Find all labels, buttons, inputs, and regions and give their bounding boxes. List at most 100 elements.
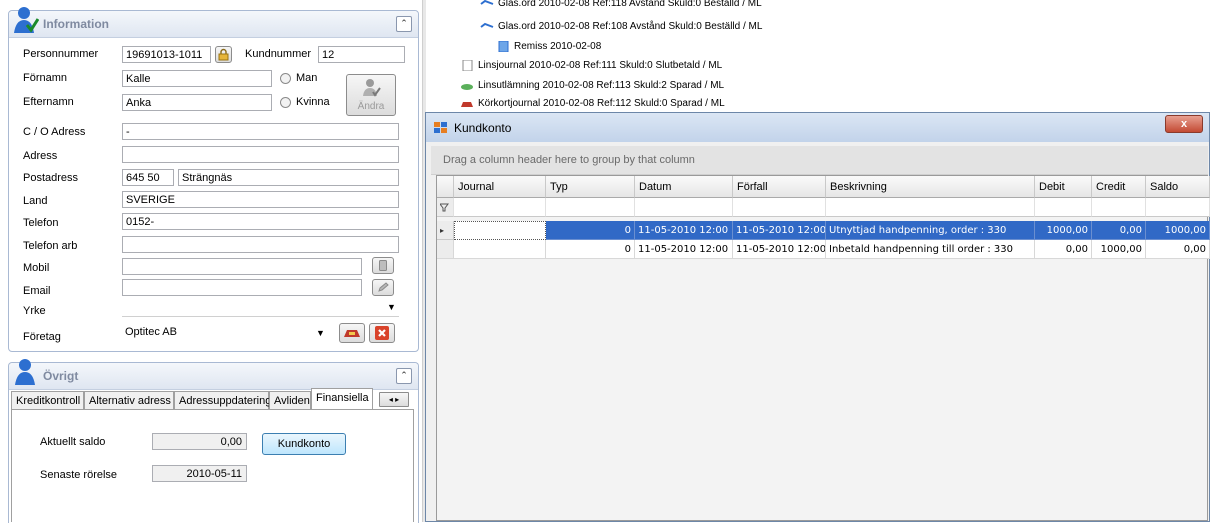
filter-cell[interactable] [733, 198, 826, 217]
column-header-credit[interactable]: Credit [1092, 176, 1146, 198]
email-field[interactable] [122, 279, 362, 296]
tree-item[interactable]: Linsjournal 2010-02-08 Ref:111 Skuld:0 S… [460, 60, 722, 71]
filter-row-indicator [437, 198, 454, 217]
cell-typ[interactable]: 0 [546, 221, 635, 240]
filter-cell[interactable] [1146, 198, 1210, 217]
cell-saldo[interactable]: 1000,00 [1146, 221, 1210, 240]
tree-item-label: Glas.ord 2010-02-08 Ref:108 Avstånd Skul… [498, 21, 763, 33]
cell-journal[interactable] [454, 221, 546, 240]
tree-item[interactable]: Glas.ord 2010-02-08 Ref:118 Avstånd Skul… [480, 0, 762, 9]
yrke-label: Yrke [23, 305, 46, 317]
cell-typ[interactable]: 0 [546, 240, 635, 259]
dialog-titlebar[interactable]: Kundkonto x [426, 113, 1209, 142]
column-header-journal[interactable]: Journal [454, 176, 546, 198]
tree-item[interactable]: Linsutlämning 2010-02-08 Ref:113 Skuld:2… [460, 80, 724, 91]
table-row[interactable]: 0 11-05-2010 12:00 11-05-2010 12:00 Inbe… [437, 240, 1210, 259]
edit-company-button[interactable] [339, 323, 365, 343]
filter-cell[interactable] [826, 198, 1035, 217]
fornamn-field[interactable]: Kalle [122, 70, 272, 87]
cell-datum[interactable]: 11-05-2010 12:00 [635, 221, 733, 240]
dialog-title: Kundkonto [454, 121, 512, 135]
tree-item-label: Linsutlämning 2010-02-08 Ref:113 Skuld:2… [478, 80, 725, 92]
lock-button[interactable] [215, 46, 232, 63]
efternamn-label: Efternamn [23, 96, 74, 108]
column-header-forfall[interactable]: Förfall [733, 176, 826, 198]
filter-cell[interactable] [1035, 198, 1092, 217]
tree-item[interactable]: Glas.ord 2010-02-08 Ref:108 Avstånd Skul… [480, 21, 762, 32]
column-header-typ[interactable]: Typ [546, 176, 635, 198]
man-radio[interactable] [280, 73, 291, 84]
cell-forfall[interactable]: 11-05-2010 12:00 [733, 221, 826, 240]
collapse-icon[interactable]: ⌃ [396, 16, 412, 32]
ovrigt-tabstrip: Kreditkontroll Alternativ adress Adressu… [11, 388, 414, 522]
column-header-beskrivning[interactable]: Beskrivning [826, 176, 1035, 198]
filter-icon [439, 203, 449, 212]
filter-cell[interactable] [546, 198, 635, 217]
cell-debit[interactable]: 0,00 [1035, 240, 1092, 259]
fornamn-label: Förnamn [23, 72, 68, 84]
close-button[interactable]: x [1165, 115, 1203, 133]
tab-finansiella[interactable]: Finansiella [311, 388, 373, 409]
group-by-panel[interactable]: Drag a column header here to group by th… [431, 146, 1208, 175]
kundnummer-label: Kundnummer [245, 48, 312, 60]
tree-item[interactable]: Remiss 2010-02-08 [496, 41, 601, 52]
delete-icon [375, 326, 389, 340]
filter-cell[interactable] [454, 198, 546, 217]
kundnummer-field[interactable]: 12 [318, 46, 405, 63]
telefon-arb-field[interactable] [122, 236, 399, 253]
senaste-rorelse-label: Senaste rörelse [40, 469, 118, 481]
land-label: Land [23, 195, 48, 207]
adress-field[interactable] [122, 146, 399, 163]
personnummer-field[interactable]: 19691013-1011 [122, 46, 211, 63]
lock-icon [218, 48, 229, 61]
column-header-debit[interactable]: Debit [1035, 176, 1092, 198]
tab-kreditkontroll[interactable]: Kreditkontroll [11, 391, 84, 409]
filter-cell[interactable] [635, 198, 733, 217]
andra-label: Ändra [357, 101, 385, 112]
kvinna-radio[interactable] [280, 97, 291, 108]
telefon-label: Telefon [23, 217, 59, 229]
cell-datum[interactable]: 11-05-2010 12:00 [635, 240, 733, 259]
mobil-field[interactable] [122, 258, 362, 275]
tree-item-label: Glas.ord 2010-02-08 Ref:118 Avstånd Skul… [498, 0, 762, 10]
co-adress-label: C / O Adress [23, 126, 86, 138]
kundkonto-button[interactable]: Kundkonto [262, 433, 346, 455]
yrke-dropdown[interactable] [122, 300, 399, 317]
filter-cell[interactable] [1092, 198, 1146, 217]
cell-credit[interactable]: 0,00 [1092, 221, 1146, 240]
email-button[interactable] [372, 279, 394, 296]
land-field[interactable]: SVERIGE [122, 191, 399, 208]
postadress-label: Postadress [23, 172, 79, 184]
row-indicator-header [437, 176, 454, 198]
tab-adressuppdatering[interactable]: Adressuppdatering [174, 391, 271, 409]
document-icon [498, 41, 509, 52]
ort-field[interactable]: Strängnäs [178, 169, 399, 186]
tree-item-label: Linsjournal 2010-02-08 Ref:111 Skuld:0 S… [478, 60, 723, 72]
person-icon [15, 359, 35, 385]
cell-beskrivning[interactable]: Inbetald handpenning till order : 330 [826, 240, 1035, 259]
co-adress-field[interactable]: - [122, 123, 399, 140]
foretag-dropdown[interactable]: Optitec AB [122, 324, 330, 341]
yrke-chevron-down-icon[interactable]: ▼ [387, 302, 396, 312]
tree-item[interactable]: Körkortjournal 2010-02-08 Ref:112 Skuld:… [460, 98, 725, 109]
efternamn-field[interactable]: Anka [122, 94, 272, 111]
cell-beskrivning[interactable]: Utnyttjad handpenning, order : 330 [826, 221, 1035, 240]
postnummer-field[interactable]: 645 50 [122, 169, 174, 186]
tab-alternativ-adress[interactable]: Alternativ adress [84, 391, 174, 409]
column-header-datum[interactable]: Datum [635, 176, 733, 198]
phone-button[interactable] [372, 257, 394, 274]
cell-credit[interactable]: 1000,00 [1092, 240, 1146, 259]
telefon-field[interactable]: 0152- [122, 213, 399, 230]
tab-scroll-arrows-icon[interactable]: ◂ ▸ [379, 392, 409, 407]
cell-debit[interactable]: 1000,00 [1035, 221, 1092, 240]
collapse-icon[interactable]: ⌃ [396, 368, 412, 384]
cell-forfall[interactable]: 11-05-2010 12:00 [733, 240, 826, 259]
cell-saldo[interactable]: 0,00 [1146, 240, 1210, 259]
delete-company-button[interactable] [369, 323, 395, 343]
column-header-saldo[interactable]: Saldo [1146, 176, 1210, 198]
foretag-chevron-down-icon[interactable]: ▼ [316, 328, 325, 338]
tab-avliden[interactable]: Avliden [269, 391, 311, 409]
andra-button[interactable]: Ändra [346, 74, 396, 116]
table-row[interactable]: ▸ 0 11-05-2010 12:00 11-05-2010 12:00 Ut… [437, 221, 1210, 240]
cell-journal[interactable] [454, 240, 546, 259]
